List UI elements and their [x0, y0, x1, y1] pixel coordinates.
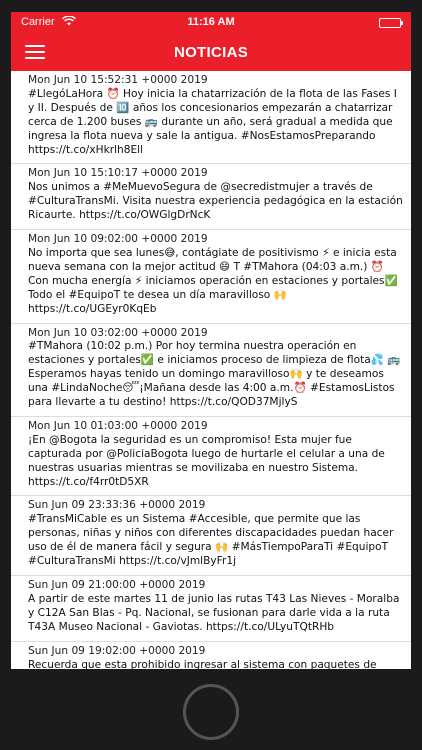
news-item-date: Sun Jun 09 21:00:00 +0000 2019 — [28, 579, 206, 591]
news-item[interactable]: Sun Jun 09 23:33:36 +0000 2019 #TransMiC… — [11, 496, 411, 576]
news-item-date: Mon Jun 10 09:02:00 +0000 2019 — [28, 233, 208, 246]
news-item-text: Recuerda que esta prohibido ingresar al … — [28, 658, 377, 669]
home-button-icon[interactable] — [183, 684, 239, 740]
news-item[interactable]: Mon Jun 10 15:10:17 +0000 2019 Nos unimo… — [11, 164, 411, 231]
news-item-date: Sun Jun 09 23:33:36 +0000 2019 — [28, 499, 206, 512]
news-item-text: A partir de este martes 11 de junio las … — [28, 592, 400, 633]
page-title: NOTICIAS — [173, 44, 249, 61]
nav-bar: NOTICIAS — [11, 34, 411, 71]
phone-device: Carrier 11:16 AM NOTICIAS Mon Jun 10 15:… — [0, 0, 422, 750]
news-item-date: Sun Jun 09 19:02:00 +0000 2019 — [28, 644, 206, 657]
news-item[interactable]: Mon Jun 10 15:52:31 +0000 2019 #LlegóLaH… — [11, 71, 411, 165]
news-item-text: #TMahora (10:02 p.m.) Por hoy termina nu… — [28, 340, 401, 409]
news-item-text: Nos unimos a #MeMuevoSegura de @secredis… — [28, 181, 403, 222]
news-item[interactable]: Mon Jun 10 09:02:00 +0000 2019 No import… — [11, 230, 411, 324]
status-time: 11:16 AM — [187, 16, 235, 28]
news-item-date: Mon Jun 10 01:03:00 +0000 2019 — [28, 419, 208, 432]
news-item[interactable]: Sun Jun 09 21:00:00 +0000 2019 A partir … — [11, 576, 411, 642]
news-feed[interactable]: Mon Jun 10 15:52:31 +0000 2019 #LlegóLaH… — [11, 71, 411, 669]
news-item-date: Mon Jun 10 15:10:17 +0000 2019 — [28, 167, 208, 180]
news-item[interactable]: Mon Jun 10 03:02:00 +0000 2019 #TMahora … — [11, 324, 411, 417]
news-item-text: #TransMiCable es un Sistema #Accesible, … — [28, 513, 394, 568]
news-item-text: ¡En @Bogota la seguridad es un compromis… — [28, 433, 385, 488]
battery-icon — [379, 18, 403, 28]
news-item[interactable]: Mon Jun 10 01:03:00 +0000 2019 ¡En @Bogo… — [11, 417, 411, 497]
news-item-text: No importa que sea lunes😅, contágiate de… — [28, 246, 398, 315]
news-item-date: Mon Jun 10 03:02:00 +0000 2019 — [28, 326, 208, 339]
news-item-date: Mon Jun 10 15:52:31 +0000 2019 — [28, 74, 208, 86]
news-item-text: #LlegóLaHora ⏰ Hoy inicia la chatarrizac… — [28, 87, 397, 156]
app-screen: Carrier 11:16 AM NOTICIAS Mon Jun 10 15:… — [11, 12, 411, 669]
news-item[interactable]: Sun Jun 09 19:02:00 +0000 2019 Recuerda … — [11, 642, 411, 669]
status-bar: Carrier 11:16 AM — [11, 12, 411, 34]
